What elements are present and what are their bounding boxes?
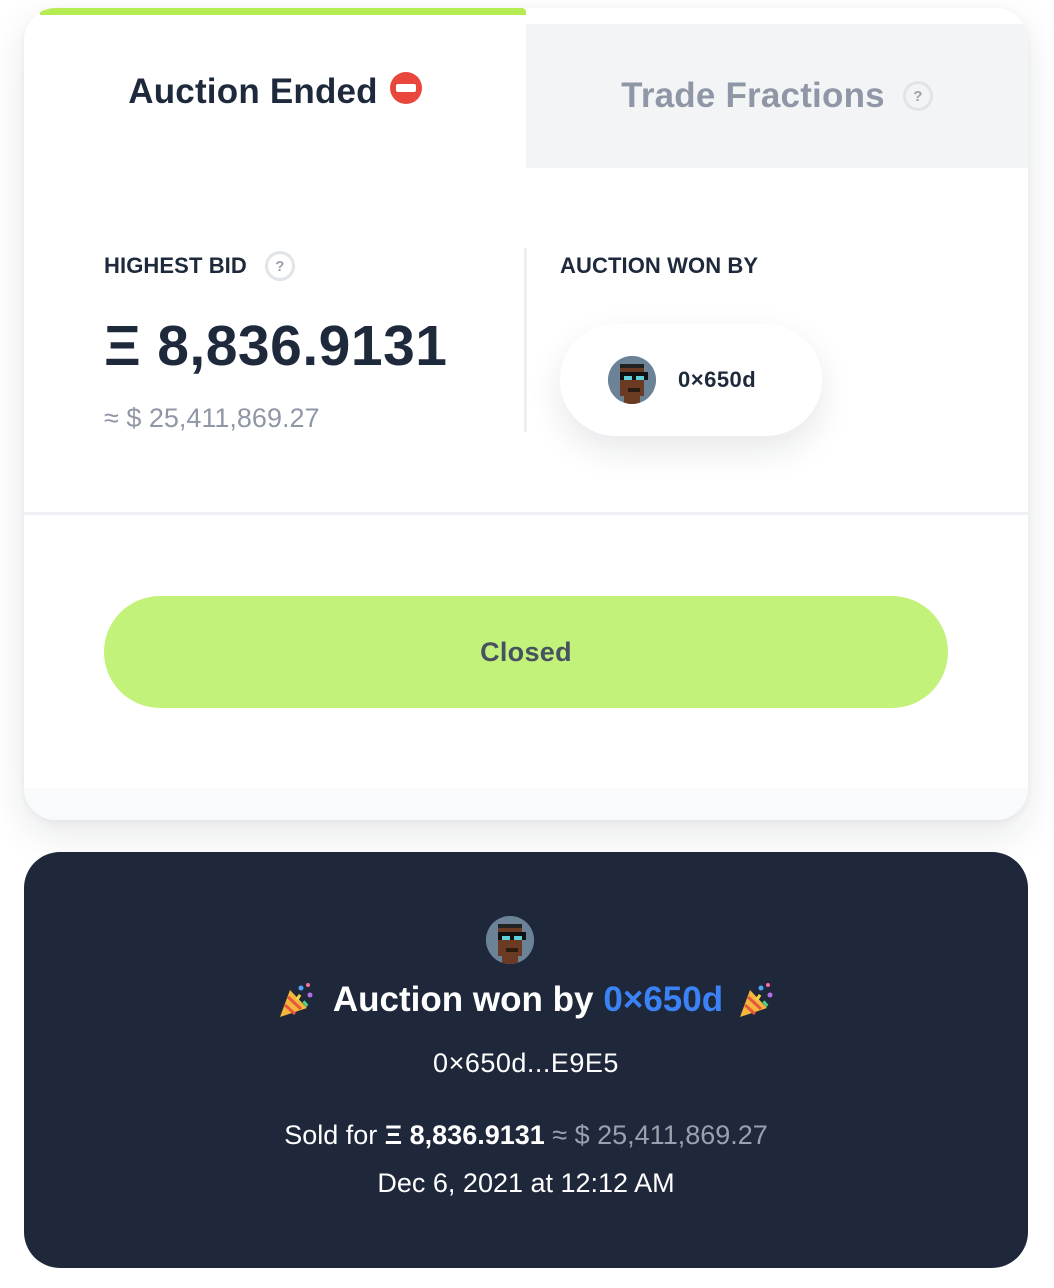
section-divider (524, 248, 527, 432)
auction-card: Auction Ended Trade Fractions ? HIGHEST … (24, 8, 1028, 820)
auction-result-card: Auction won by 0×650d 0×650d...E9E5 Sold … (24, 852, 1028, 1268)
winner-link[interactable]: 0×650d (603, 980, 723, 1019)
party-popper-icon (737, 981, 775, 1019)
auction-progress-bar (40, 8, 526, 15)
no-entry-icon (389, 71, 422, 104)
tab-trade-fractions-label: Trade Fractions (621, 76, 885, 115)
highest-bid-label: HIGHEST BID (104, 253, 247, 278)
tab-auction-ended-label: Auction Ended (128, 71, 378, 111)
winner-full-address: 0×650d...E9E5 (433, 1048, 619, 1078)
auction-won-text: Auction won by 0×650d (333, 980, 723, 1020)
question-icon[interactable]: ? (264, 251, 295, 281)
tab-trade-fractions[interactable]: Trade Fractions ? (526, 24, 1028, 168)
auction-won-by-label: AUCTION WON BY (560, 253, 759, 278)
winner-profile-link[interactable]: 0×650d (560, 324, 822, 436)
auction-winner-section: AUCTION WON BY 0×650d (560, 248, 980, 436)
highest-bid-section: HIGHEST BID ? Ξ 8,836.9131 ≈ $ 25,411,869… (104, 248, 524, 434)
closed-button[interactable]: Closed (104, 596, 948, 708)
highest-bid-usd: ≈ $ 25,411,869.27 (104, 403, 320, 433)
auction-won-heading: Auction won by 0×650d (24, 980, 1028, 1020)
auction-end-date: Dec 6, 2021 at 12:12 AM (377, 1168, 675, 1198)
card-footer (24, 788, 1028, 820)
highest-bid-heading: HIGHEST BID ? (104, 248, 524, 284)
divider (24, 512, 1028, 515)
auction-won-label: Auction won by (332, 980, 594, 1019)
eth-icon: Ξ (104, 314, 142, 378)
winner-address: 0×650d (678, 367, 757, 392)
punk-avatar-icon (608, 356, 656, 404)
tab-auction-ended[interactable]: Auction Ended (24, 15, 526, 168)
highest-bid-eth: Ξ 8,836.9131 (104, 318, 524, 375)
question-icon[interactable]: ? (902, 81, 933, 111)
sold-for-label: Sold for (284, 1120, 378, 1150)
highest-bid-eth-value: 8,836.9131 (157, 314, 448, 378)
sold-for-line: Sold for Ξ 8,836.9131 ≈ $ 25,411,869.27 (24, 1120, 1028, 1151)
sold-eth-amount: Ξ 8,836.9131 (384, 1120, 545, 1150)
sold-usd-amount: ≈ $ 25,411,869.27 (552, 1120, 768, 1150)
punk-avatar-icon (486, 916, 534, 964)
party-popper-icon (277, 981, 315, 1019)
